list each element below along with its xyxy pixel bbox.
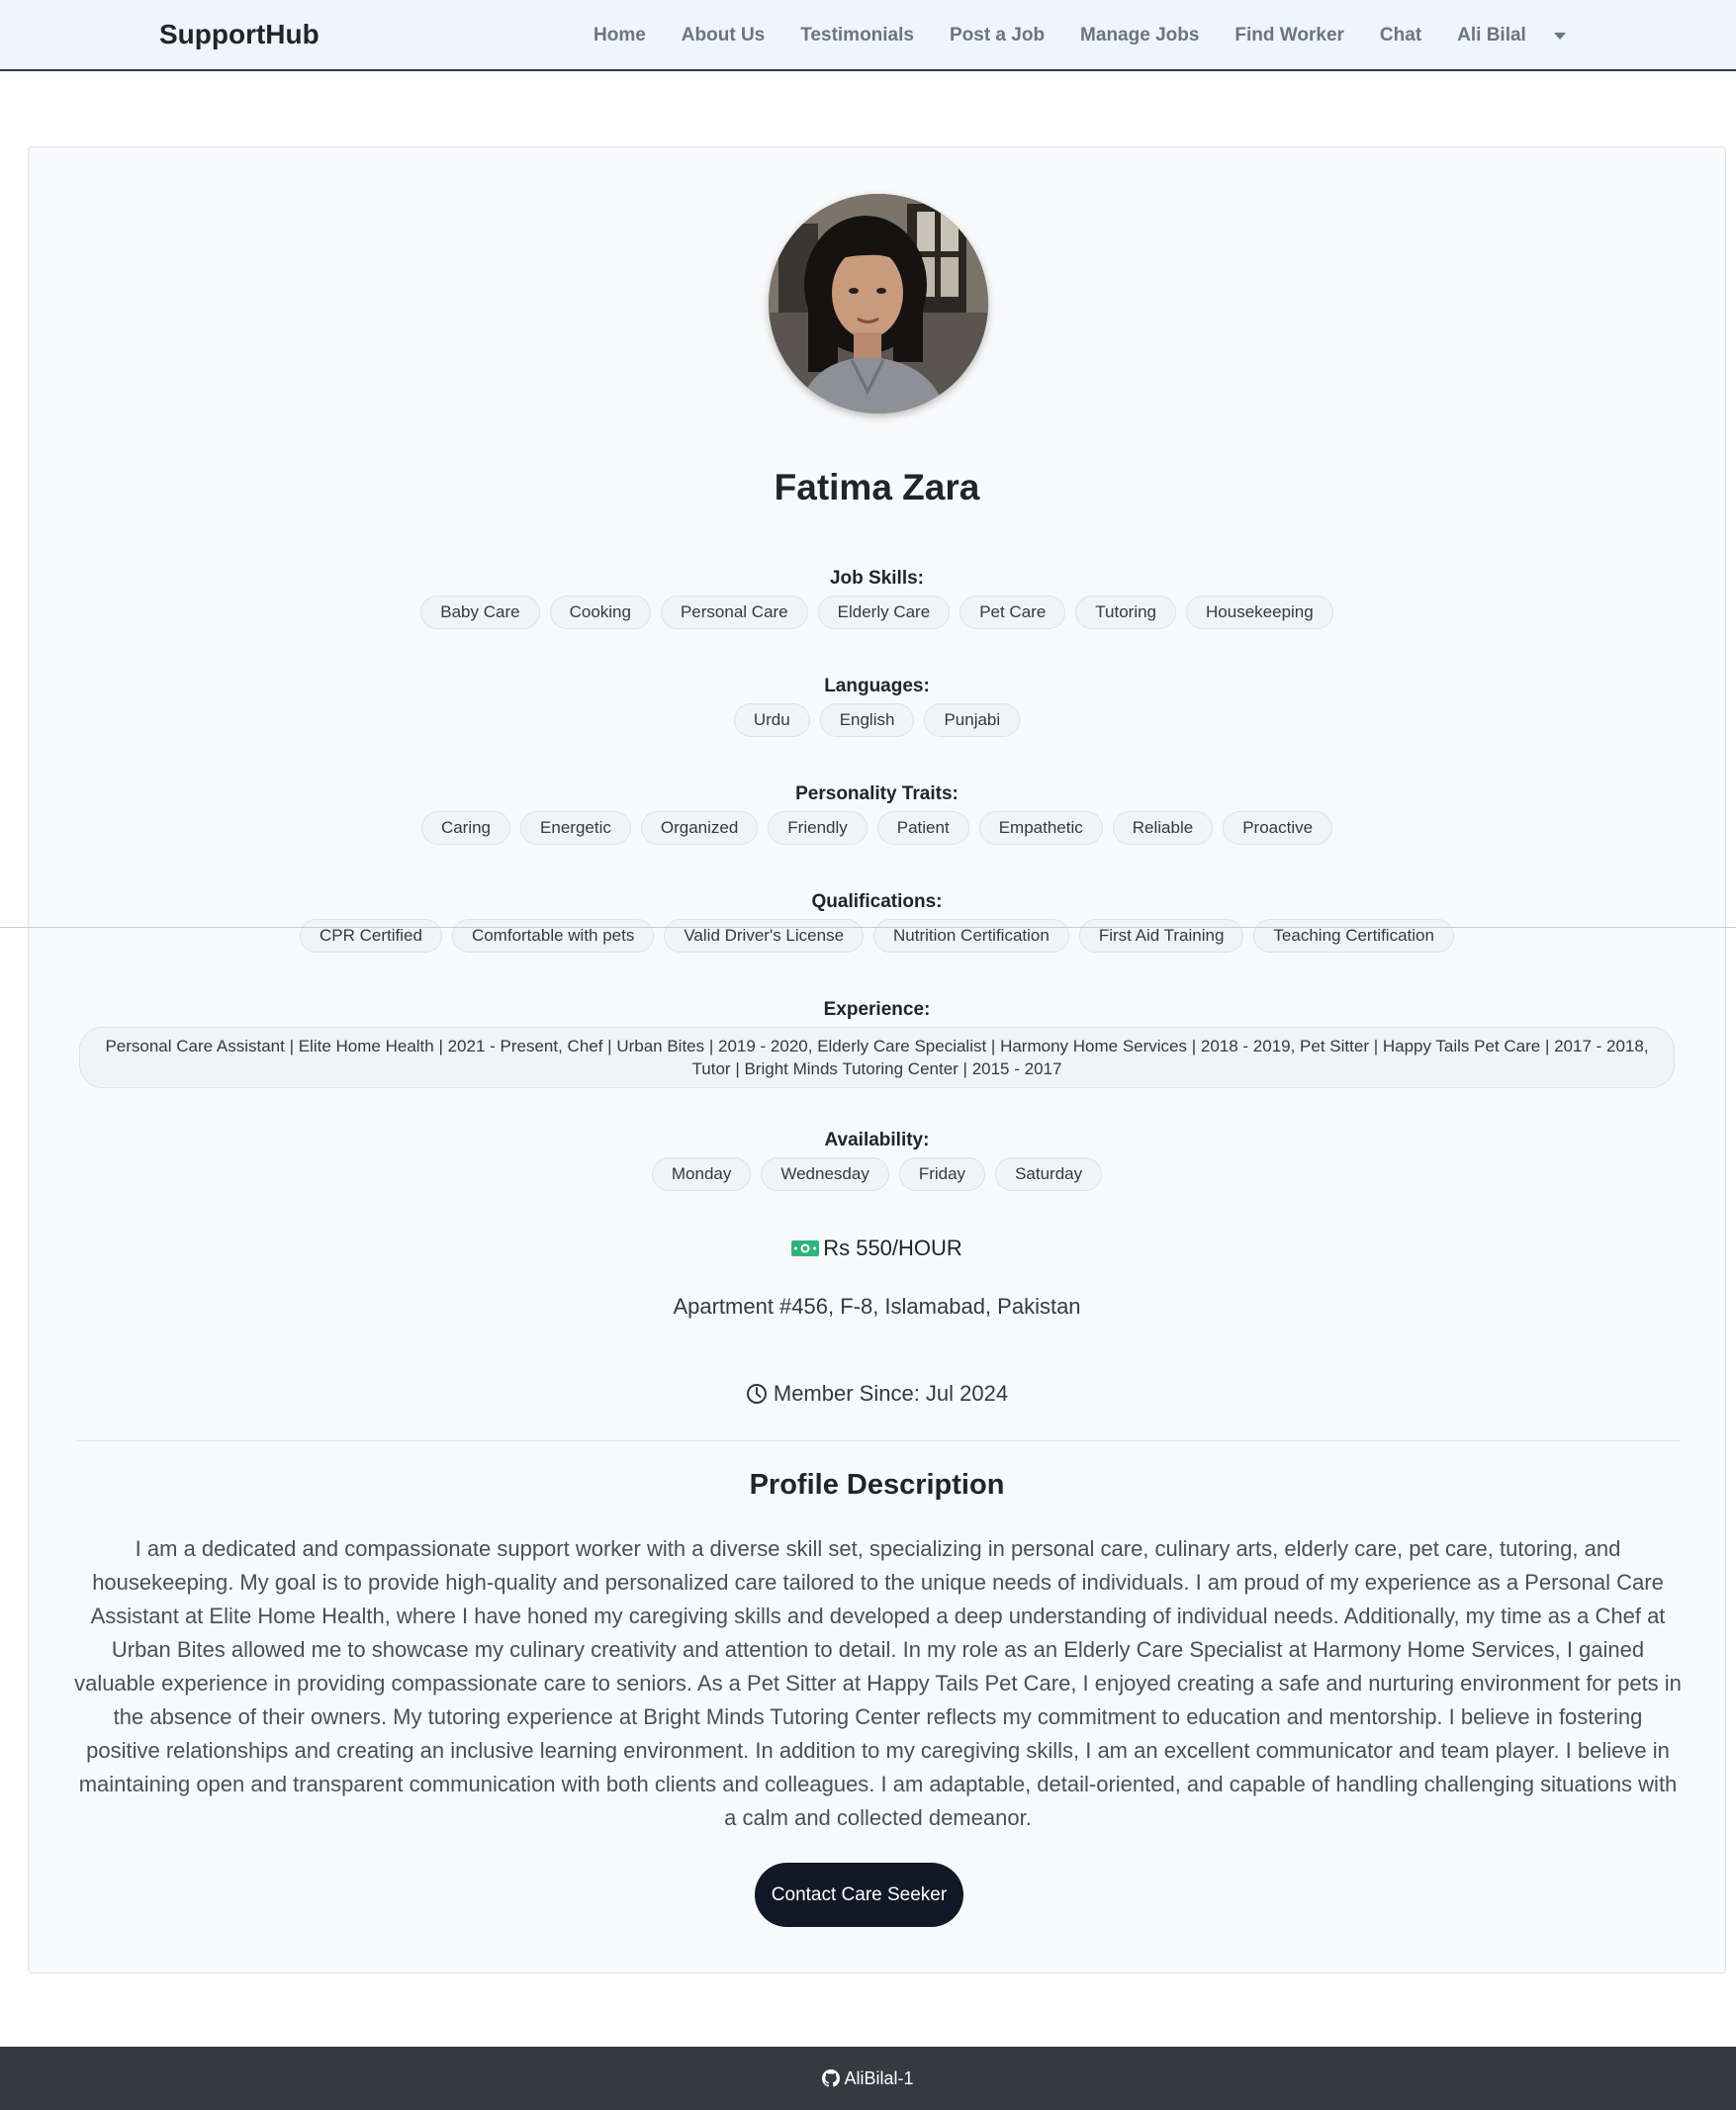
traits-section: Personality Traits: Caring Energetic Org… <box>29 782 1725 845</box>
languages-section: Languages: Urdu English Punjabi <box>29 675 1725 737</box>
address: Apartment #456, F-8, Islamabad, Pakistan <box>673 1294 1081 1319</box>
worker-name: Fatima Zara <box>774 467 980 507</box>
contact-care-seeker-button[interactable]: Contact Care Seeker <box>755 1863 963 1927</box>
skill-chip: Tutoring <box>1075 596 1177 629</box>
traits-label: Personality Traits: <box>795 783 959 804</box>
qualifications-list: CPR Certified Comfortable with pets Vali… <box>29 919 1725 953</box>
languages-label: Languages: <box>824 676 930 696</box>
qualification-chip: Comfortable with pets <box>451 919 655 953</box>
qualification-chip: CPR Certified <box>300 919 442 953</box>
member-since-text: Member Since: Jul 2024 <box>773 1381 1009 1406</box>
availability-chip: Monday <box>651 1157 752 1191</box>
nav-link-find-worker[interactable]: Find Worker <box>1234 25 1344 46</box>
skill-chip: Elderly Care <box>817 596 951 629</box>
nav-link-manage-jobs[interactable]: Manage Jobs <box>1080 25 1199 46</box>
job-skills-section: Job Skills: Baby Care Cooking Personal C… <box>29 567 1725 629</box>
trait-chip: Reliable <box>1112 811 1214 845</box>
rate-value: Rs 550/HOUR <box>823 1236 962 1260</box>
navbar: SupportHub Home About Us Testimonials Po… <box>0 0 1736 71</box>
qualification-chip: First Aid Training <box>1078 919 1244 953</box>
availability-chip: Wednesday <box>761 1157 889 1191</box>
availability-section: Availability: Monday Wednesday Friday Sa… <box>29 1129 1725 1191</box>
language-chip: Urdu <box>733 703 810 737</box>
avatar <box>769 194 988 413</box>
skill-chip: Cooking <box>549 596 651 629</box>
divider <box>76 1440 1680 1441</box>
experience-chip: Personal Care Assistant | Elite Home Hea… <box>79 1027 1675 1088</box>
traits-list: Caring Energetic Organized Friendly Pati… <box>29 811 1725 845</box>
availability-label: Availability: <box>824 1130 930 1150</box>
nav-link-chat[interactable]: Chat <box>1380 25 1421 46</box>
trait-chip: Caring <box>420 811 511 845</box>
trait-chip: Friendly <box>768 811 868 845</box>
trait-chip: Proactive <box>1223 811 1333 845</box>
nav-link-about-us[interactable]: About Us <box>682 25 765 46</box>
money-bill-icon <box>791 1240 820 1256</box>
availability-list: Monday Wednesday Friday Saturday <box>29 1157 1725 1191</box>
skill-chip: Housekeeping <box>1186 596 1333 629</box>
member-since: Member Since: Jul 2024 <box>29 1381 1725 1407</box>
trait-chip: Energetic <box>520 811 631 845</box>
profile-description-title: Profile Description <box>749 1469 1005 1501</box>
hourly-rate: Rs 550/HOUR <box>29 1236 1725 1261</box>
trait-chip: Patient <box>876 811 969 845</box>
experience-section: Experience: Personal Care Assistant | El… <box>29 998 1725 1088</box>
github-link[interactable]: AliBilal-1 <box>844 2068 913 2089</box>
brand-logo[interactable]: SupportHub <box>159 19 320 50</box>
footer: AliBilal-1 <box>0 2047 1736 2110</box>
language-chip: English <box>819 703 915 737</box>
user-menu-dropdown[interactable]: Ali Bilal <box>1457 25 1566 46</box>
skill-chip: Pet Care <box>959 596 1066 629</box>
qualification-chip: Valid Driver's License <box>664 919 865 953</box>
github-icon <box>822 2069 841 2087</box>
trait-chip: Empathetic <box>978 811 1103 845</box>
qualification-chip: Nutrition Certification <box>873 919 1069 953</box>
clock-icon <box>746 1384 767 1404</box>
availability-chip: Saturday <box>995 1157 1103 1191</box>
nav-link-home[interactable]: Home <box>594 25 646 46</box>
profile-card: Fatima Zara Job Skills: Baby Care Cookin… <box>28 146 1726 1973</box>
skill-chip: Baby Care <box>420 596 540 629</box>
skill-chip: Personal Care <box>660 596 808 629</box>
nav-link-testimonials[interactable]: Testimonials <box>800 25 914 46</box>
user-name: Ali Bilal <box>1457 25 1526 46</box>
nav-links: Home About Us Testimonials Post a Job Ma… <box>594 0 1566 71</box>
qualifications-section: Qualifications: CPR Certified Comfortabl… <box>29 890 1725 953</box>
caret-down-icon <box>1553 32 1566 40</box>
languages-list: Urdu English Punjabi <box>29 703 1725 737</box>
trait-chip: Organized <box>640 811 759 845</box>
qualifications-label: Qualifications: <box>811 891 943 912</box>
job-skills-label: Job Skills: <box>829 568 925 589</box>
availability-chip: Friday <box>898 1157 986 1191</box>
nav-link-post-a-job[interactable]: Post a Job <box>950 25 1045 46</box>
qualification-chip: Teaching Certification <box>1253 919 1454 953</box>
experience-label: Experience: <box>823 999 931 1020</box>
divider <box>0 927 1736 928</box>
job-skills-list: Baby Care Cooking Personal Care Elderly … <box>29 596 1725 629</box>
language-chip: Punjabi <box>924 703 1021 737</box>
profile-description-text: I am a dedicated and compassionate suppo… <box>74 1536 1682 1830</box>
